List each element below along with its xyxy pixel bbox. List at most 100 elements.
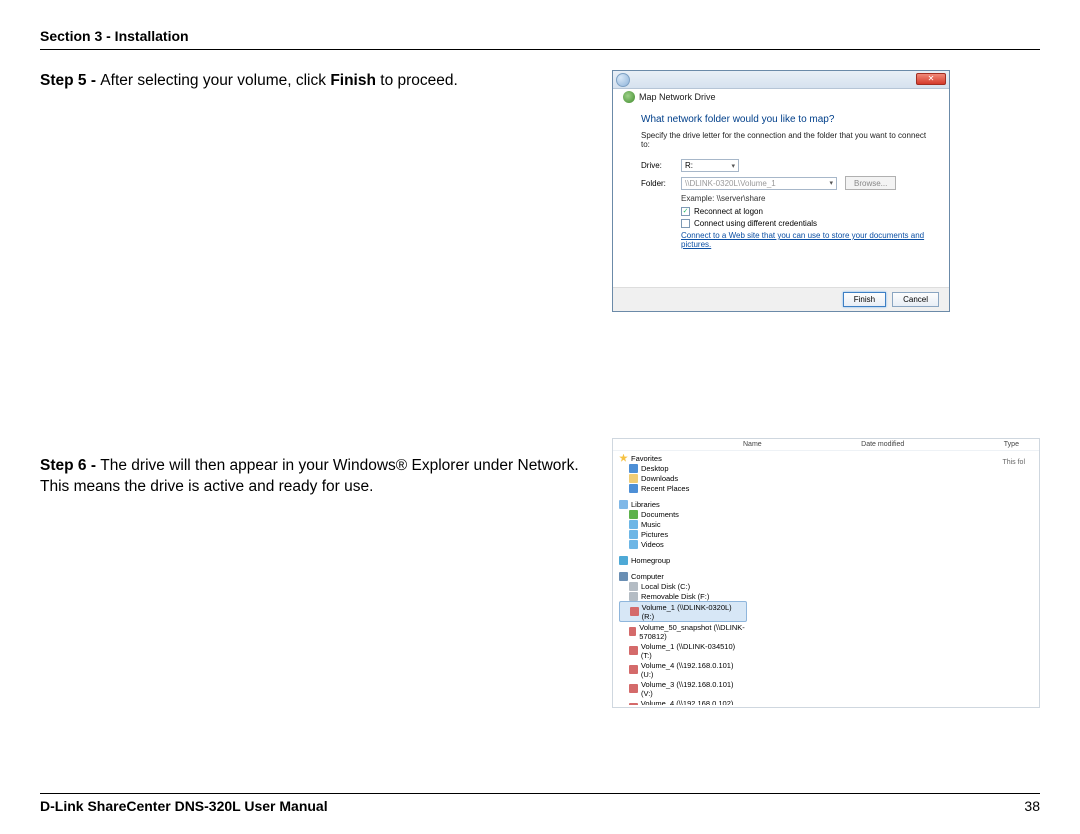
computer-icon — [619, 572, 628, 581]
dialog-title: Map Network Drive — [639, 92, 716, 102]
tree-local-disk[interactable]: Local Disk (C:) — [619, 581, 747, 591]
documents-icon — [629, 510, 638, 519]
homegroup-icon — [619, 556, 628, 565]
music-icon — [629, 520, 638, 529]
tree-volume-1-r-selected[interactable]: Volume_1 (\\DLINK-0320L) (R:) — [619, 601, 747, 622]
body-area: Step 5 - After selecting your volume, cl… — [40, 70, 1040, 783]
dialog-description: Specify the drive letter for the connect… — [641, 131, 927, 149]
step-5-bold: Finish — [330, 72, 376, 89]
windows-explorer-screenshot: Name Date modified Type Favorites Deskto… — [612, 438, 1040, 708]
screenshot-gap — [612, 312, 1040, 438]
browse-button[interactable]: Browse... — [845, 176, 896, 190]
tree-label: Pictures — [641, 530, 668, 539]
step-5-text: Step 5 - After selecting your volume, cl… — [40, 70, 594, 92]
step-6-body: The drive will then appear in your Windo… — [40, 457, 579, 496]
tree-videos[interactable]: Videos — [619, 539, 747, 549]
netdrive-icon — [629, 627, 636, 636]
libraries-icon — [619, 500, 628, 509]
tree-label: Downloads — [641, 474, 678, 483]
netdrive-icon — [629, 684, 638, 693]
explorer-content-pane: This fol — [749, 451, 1039, 705]
checkbox-icon[interactable]: ✓ — [681, 207, 690, 216]
drive-dropdown[interactable]: R: — [681, 159, 739, 172]
back-icon[interactable] — [616, 73, 630, 87]
tree-documents[interactable]: Documents — [619, 509, 747, 519]
recent-icon — [629, 484, 638, 493]
folder-dropdown[interactable]: \\DLINK-0320L\Volume_1 — [681, 177, 837, 190]
screenshot-column: ✕ Map Network Drive What network folder … — [612, 70, 1040, 783]
col-date[interactable]: Date modified — [861, 441, 904, 448]
tree-label: Volume_50_snapshot (\\DLINK-570812) — [639, 623, 747, 641]
finish-button[interactable]: Finish — [843, 292, 886, 307]
tree-label: Recent Places — [641, 484, 689, 493]
tree-volume-50-snapshot[interactable]: Volume_50_snapshot (\\DLINK-570812) — [619, 622, 747, 641]
step-5-label: Step 5 - — [40, 72, 100, 89]
removable-icon — [629, 592, 638, 601]
tree-pictures[interactable]: Pictures — [619, 529, 747, 539]
close-button[interactable]: ✕ — [916, 73, 946, 85]
star-icon — [619, 454, 628, 463]
credentials-label: Connect using different credentials — [694, 219, 817, 228]
manual-page: Section 3 - Installation Step 5 - After … — [0, 0, 1080, 834]
tree-label: Local Disk (C:) — [641, 582, 690, 591]
tree-desktop[interactable]: Desktop — [619, 463, 747, 473]
reconnect-checkbox-row[interactable]: ✓ Reconnect at logon — [681, 207, 927, 216]
step-5-before: After selecting your volume, click — [100, 72, 330, 89]
tree-removable[interactable]: Removable Disk (F:) — [619, 591, 747, 601]
tree-label: Volume_1 (\\DLINK-0320L) (R:) — [642, 603, 742, 621]
tree-label: Desktop — [641, 464, 669, 473]
drive-label: Drive: — [641, 161, 673, 170]
reconnect-label: Reconnect at logon — [694, 207, 763, 216]
tree-label: Volume_3 (\\192.168.0.101) (V:) — [641, 680, 747, 698]
tree-volume-3-v[interactable]: Volume_3 (\\192.168.0.101) (V:) — [619, 679, 747, 698]
dialog-question: What network folder would you like to ma… — [641, 114, 927, 125]
explorer-tree[interactable]: Favorites Desktop Downloads Recent Place… — [613, 451, 749, 705]
dialog-footer: Finish Cancel — [613, 287, 949, 311]
folder-example: Example: \\server\share — [681, 194, 927, 203]
credentials-checkbox-row[interactable]: Connect using different credentials — [681, 219, 927, 228]
tree-label: Volume_4 (\\192.168.0.101) (U:) — [641, 661, 747, 679]
tree-label: Homegroup — [631, 556, 670, 565]
tree-recent[interactable]: Recent Places — [619, 483, 747, 493]
tree-label: Music — [641, 520, 661, 529]
tree-volume-4-w[interactable]: Volume_4 (\\192.168.0.102) (W:) — [619, 698, 747, 705]
netdrive-icon — [630, 607, 639, 616]
tree-label: Documents — [641, 510, 679, 519]
tree-music[interactable]: Music — [619, 519, 747, 529]
folder-label: Folder: — [641, 179, 673, 188]
tree-downloads[interactable]: Downloads — [619, 473, 747, 483]
tree-label: Volume_4 (\\192.168.0.102) (W:) — [641, 699, 747, 706]
cancel-button[interactable]: Cancel — [892, 292, 939, 307]
tree-volume-4-u[interactable]: Volume_4 (\\192.168.0.101) (U:) — [619, 660, 747, 679]
website-link[interactable]: Connect to a Web site that you can use t… — [681, 231, 927, 249]
tree-volume-1-t[interactable]: Volume_1 (\\DLINK-034510) (T:) — [619, 641, 747, 660]
tree-homegroup[interactable]: Homegroup — [619, 555, 747, 565]
explorer-body: Favorites Desktop Downloads Recent Place… — [613, 451, 1039, 705]
instruction-text-column: Step 5 - After selecting your volume, cl… — [40, 70, 594, 783]
tree-label: Favorites — [631, 454, 662, 463]
map-network-drive-dialog: ✕ Map Network Drive What network folder … — [612, 70, 950, 312]
tree-label: Volume_1 (\\DLINK-034510) (T:) — [641, 642, 747, 660]
netdrive-icon — [629, 665, 638, 674]
col-name[interactable]: Name — [743, 441, 762, 448]
tree-label: Computer — [631, 572, 664, 581]
footer-title: D-Link ShareCenter DNS-320L User Manual — [40, 798, 328, 814]
tree-label: Libraries — [631, 500, 660, 509]
col-type[interactable]: Type — [1004, 441, 1019, 448]
tree-computer[interactable]: Computer — [619, 571, 747, 581]
step-6-text: Step 6 - The drive will then appear in y… — [40, 455, 594, 498]
folder-icon — [629, 474, 638, 483]
netdrive-icon — [629, 703, 638, 705]
page-footer: D-Link ShareCenter DNS-320L User Manual … — [40, 793, 1040, 814]
dialog-body: What network folder would you like to ma… — [613, 108, 949, 253]
section-header: Section 3 - Installation — [40, 28, 1040, 50]
pictures-icon — [629, 530, 638, 539]
checkbox-icon[interactable] — [681, 219, 690, 228]
step-6-label: Step 6 - — [40, 457, 100, 474]
tree-favorites[interactable]: Favorites — [619, 453, 747, 463]
explorer-column-headers: Name Date modified Type — [613, 439, 1039, 451]
tree-libraries[interactable]: Libraries — [619, 499, 747, 509]
empty-folder-text: This fol — [1002, 459, 1025, 466]
dialog-titlebar: ✕ — [613, 71, 949, 89]
folder-row: Folder: \\DLINK-0320L\Volume_1 Browse... — [641, 176, 927, 190]
